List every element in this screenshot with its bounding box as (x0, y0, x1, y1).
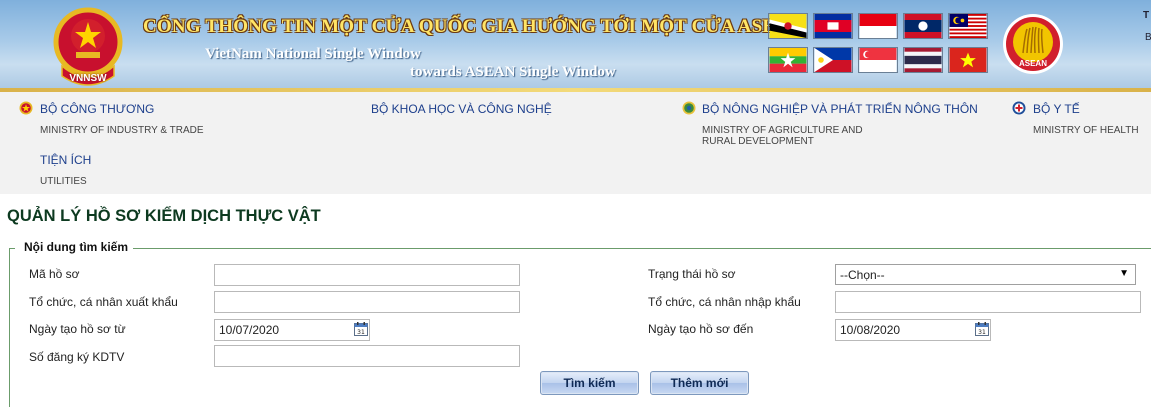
fieldset-border (9, 248, 10, 407)
created-to-date-input[interactable] (835, 319, 991, 341)
asean-flags (768, 13, 990, 75)
menu-item-science-technology[interactable]: BỘ KHOA HỌC VÀ CÔNG NGHỆ (371, 102, 552, 116)
menu-item-industry-trade[interactable]: BỘ CÔNG THƯƠNG MINISTRY OF INDUSTRY & TR… (40, 102, 204, 136)
svg-text:ASEAN: ASEAN (1019, 59, 1047, 68)
banner-subtitle-line1: VietNam National Single Window (205, 46, 421, 62)
menu-item-agriculture[interactable]: BỘ NÔNG NGHIỆP VÀ PHÁT TRIỂN NÔNG THÔN M… (702, 102, 978, 147)
myanmar-flag-icon (768, 47, 808, 73)
created-to-label: Ngày tạo hồ sơ đến (648, 322, 754, 336)
calendar-icon[interactable]: 31 (354, 322, 368, 336)
ministry-menu: BỘ CÔNG THƯƠNG MINISTRY OF INDUSTRY & TR… (0, 92, 1151, 194)
status-label: Trạng thái hồ sơ (648, 267, 736, 281)
menu-item-sub: MINISTRY OF HEALTH (1033, 125, 1139, 136)
logo-text: VNNSW (69, 73, 107, 84)
svg-text:31: 31 (357, 329, 365, 336)
exporter-label: Tổ chức, cá nhân xuất khẩu (29, 295, 178, 309)
registration-no-input[interactable] (214, 345, 520, 367)
menu-item-sub: MINISTRY OF INDUSTRY & TRADE (40, 125, 204, 136)
fieldset-border (133, 248, 1151, 249)
vietnam-flag-icon (948, 47, 988, 73)
calendar-icon[interactable]: 31 (975, 322, 989, 336)
menu-item-sub-line2: RURAL DEVELOPMENT (702, 136, 814, 147)
menu-item-health[interactable]: BỘ Y TẾ MINISTRY OF HEALTH (1033, 102, 1139, 136)
status-select[interactable]: --Chọn-- ▼ (835, 264, 1136, 285)
menu-item-label[interactable]: TIỆN ÍCH (40, 153, 91, 167)
thailand-flag-icon (903, 47, 943, 73)
importer-input[interactable] (835, 291, 1141, 313)
banner-subtitle-line2: towards ASEAN Single Window (410, 64, 616, 80)
menu-item-label[interactable]: BỘ Y TẾ (1033, 102, 1139, 116)
menu-item-label[interactable]: BỘ NÔNG NGHIỆP VÀ PHÁT TRIỂN NÔNG THÔN (702, 102, 978, 116)
menu-item-utilities[interactable]: TIỆN ÍCH UTILITIES (40, 153, 91, 187)
indonesia-flag-icon (858, 13, 898, 39)
exporter-input[interactable] (214, 291, 520, 313)
created-from-date-input[interactable] (214, 319, 370, 341)
philippines-flag-icon (813, 47, 853, 73)
malaysia-flag-icon (948, 13, 988, 39)
corner-text-top: T (1143, 10, 1150, 21)
record-code-input[interactable] (214, 264, 520, 286)
health-emblem-icon (1012, 101, 1026, 115)
menu-item-label[interactable]: BỘ CÔNG THƯƠNG (40, 102, 204, 116)
site-banner: VNNSW CỔNG THÔNG TIN MỘT CỬA QUỐC GIA HƯ… (0, 0, 1151, 92)
created-from-label: Ngày tạo hồ sơ từ (29, 322, 126, 336)
svg-text:31: 31 (978, 329, 986, 336)
singapore-flag-icon (858, 47, 898, 73)
search-button[interactable]: Tìm kiếm (540, 371, 639, 395)
banner-title: CỔNG THÔNG TIN MỘT CỬA QUỐC GIA HƯỚNG TỚ… (143, 16, 804, 37)
laos-flag-icon (903, 13, 943, 39)
chevron-down-icon: ▼ (1119, 268, 1129, 279)
record-code-label: Mã hồ sơ (29, 267, 80, 281)
menu-item-sub: UTILITIES (40, 176, 87, 187)
asean-logo-icon: ASEAN (1003, 14, 1063, 74)
ministry-emblem-icon (19, 101, 33, 115)
cambodia-flag-icon (813, 13, 853, 39)
menu-item-sub-line1: MINISTRY OF AGRICULTURE AND (702, 125, 863, 136)
page-title: QUẢN LÝ HỒ SƠ KIỂM DỊCH THỰC VẬT (7, 207, 321, 225)
importer-label: Tổ chức, cá nhân nhập khẩu (648, 295, 801, 309)
status-select-value: --Chọn-- (840, 268, 885, 282)
corner-text-bottom: B (1145, 32, 1151, 43)
registration-no-label: Số đăng ký KDTV (29, 350, 125, 364)
menu-item-label[interactable]: BỘ KHOA HỌC VÀ CÔNG NGHỆ (371, 102, 552, 116)
add-new-button[interactable]: Thêm mới (650, 371, 749, 395)
brunei-flag-icon (768, 13, 808, 39)
search-legend: Nội dung tìm kiếm (24, 240, 129, 254)
agriculture-emblem-icon (682, 101, 696, 115)
